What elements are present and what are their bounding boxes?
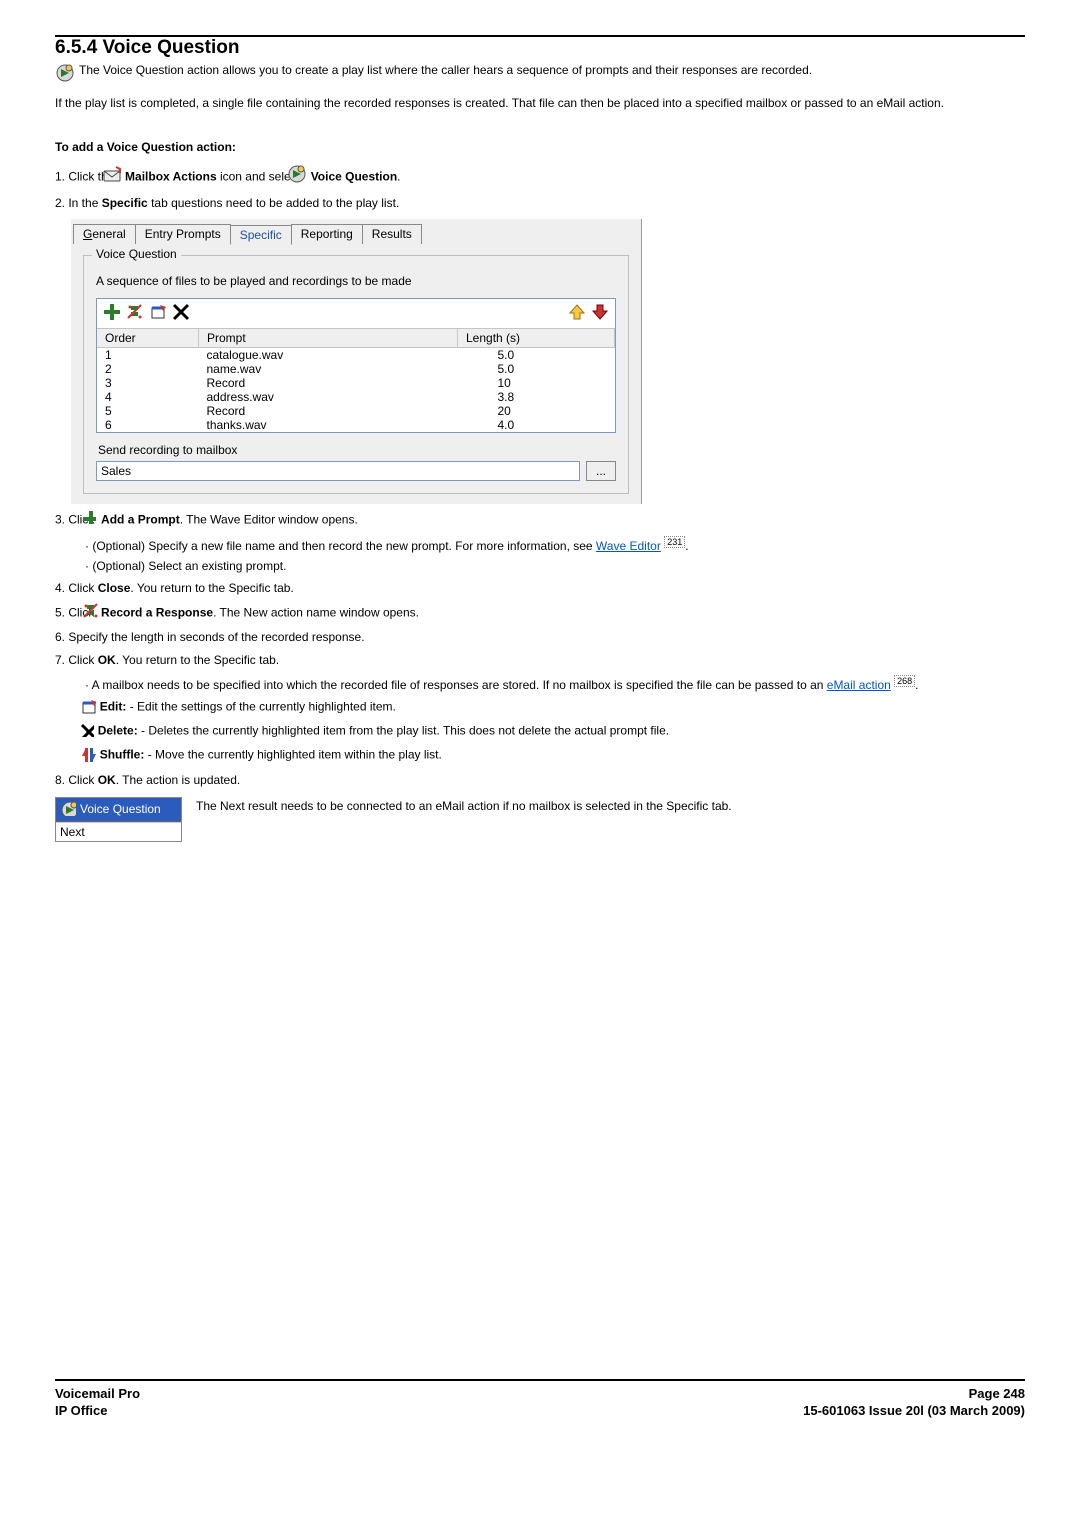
step-3-sub-2: (Optional) Select an existing prompt.	[85, 559, 1025, 573]
cell-prompt: catalogue.wav	[199, 348, 458, 363]
cell-order: 6	[97, 418, 199, 432]
edit-bullet: Edit: - Edit the settings of the current…	[85, 698, 1025, 717]
prompt-toolbar	[97, 299, 615, 329]
result-header: Voice Question	[80, 802, 161, 816]
page-footer: Voicemail Pro IP Office Page 248 15-6010…	[55, 1379, 1025, 1420]
email-action-ref: 268	[894, 675, 915, 687]
step-3: 3. Click Add a Prompt. The Wave Editor w…	[55, 510, 1025, 530]
result-next[interactable]: Next	[56, 822, 181, 841]
groupbox-legend: Voice Question	[92, 247, 181, 261]
send-recording-label: Send recording to mailbox	[98, 443, 616, 457]
prompt-table: Order Prompt Length (s) 1catalogue.wav5.…	[97, 329, 615, 432]
step-7: 7. Click OK. You return to the Specific …	[55, 651, 1025, 670]
footer-platform: IP Office	[55, 1402, 140, 1420]
delete-bullet: Delete: - Deletes the currently highligh…	[85, 723, 1025, 740]
delete-icon[interactable]	[172, 303, 190, 324]
to-add-heading: To add a Voice Question action:	[55, 140, 1025, 154]
cell-prompt: Record	[199, 404, 458, 418]
cell-order: 3	[97, 376, 199, 390]
step-2: 2. In the Specific tab questions need to…	[55, 194, 1025, 213]
voice-question-group: Voice Question A sequence of files to be…	[83, 255, 629, 494]
step-8: 8. Click OK. The action is updated.	[55, 771, 1025, 790]
specific-tab-screenshot: GGeneraleneral Entry Prompts Specific Re…	[71, 219, 642, 504]
tab-general[interactable]: GGeneraleneral	[73, 224, 136, 244]
add-prompt-icon[interactable]	[103, 303, 121, 324]
cell-prompt: thanks.wav	[199, 418, 458, 432]
move-up-icon[interactable]	[568, 303, 586, 324]
cell-prompt: address.wav	[199, 390, 458, 404]
tab-reporting[interactable]: Reporting	[291, 224, 363, 244]
tab-entry-prompts[interactable]: Entry Prompts	[135, 224, 231, 244]
step-4: 4. Click Close. You return to the Specif…	[55, 579, 1025, 598]
footer-page: Page 248	[803, 1385, 1025, 1403]
footer-product: Voicemail Pro	[55, 1385, 140, 1403]
property-tabs: GGeneraleneral Entry Prompts Specific Re…	[71, 219, 641, 245]
col-order[interactable]: Order	[97, 329, 199, 348]
step-6: 6. Specify the length in seconds of the …	[55, 628, 1025, 647]
cell-length: 5.0	[458, 362, 615, 376]
table-row[interactable]: 5Record20	[97, 404, 615, 418]
cell-order: 1	[97, 348, 199, 363]
prompt-list-frame: Order Prompt Length (s) 1catalogue.wav5.…	[96, 298, 616, 433]
send-recording-input[interactable]	[96, 461, 580, 481]
tab-results[interactable]: Results	[362, 224, 422, 244]
shuffle-bullet: Shuffle: - Move the currently highlighte…	[85, 746, 1025, 765]
result-text: The Next result needs to be connected to…	[196, 797, 1025, 815]
cell-length: 20	[458, 404, 615, 418]
edit-icon	[92, 698, 96, 717]
result-box: Voice Question Next	[55, 797, 182, 842]
section-title: 6.5.4 Voice Question	[55, 37, 1025, 59]
cell-length: 3.8	[458, 390, 615, 404]
cell-order: 4	[97, 390, 199, 404]
edit-icon[interactable]	[149, 303, 167, 324]
step-7-sub-1: A mailbox needs to be specified into whi…	[85, 676, 1025, 692]
shuffle-icon	[92, 746, 96, 765]
step-3-sub-1: (Optional) Specify a new file name and t…	[85, 537, 1025, 553]
footer-issue: 15-601063 Issue 20l (03 March 2009)	[803, 1402, 1025, 1420]
voice-question-icon	[60, 800, 76, 819]
cell-prompt: Record	[199, 376, 458, 390]
table-row[interactable]: 3Record10	[97, 376, 615, 390]
step-1: 1. Click the Mailbox Actions icon and se…	[55, 164, 1025, 190]
cell-length: 10	[458, 376, 615, 390]
cell-length: 5.0	[458, 348, 615, 363]
table-row[interactable]: 1catalogue.wav5.0	[97, 348, 615, 363]
voice-question-icon	[55, 63, 75, 88]
delete-icon	[92, 723, 94, 740]
tab-specific[interactable]: Specific	[230, 225, 292, 245]
cell-order: 5	[97, 404, 199, 418]
voice-question-icon	[303, 164, 307, 190]
cell-order: 2	[97, 362, 199, 376]
col-prompt[interactable]: Prompt	[199, 329, 458, 348]
col-length[interactable]: Length (s)	[458, 329, 615, 348]
cell-length: 4.0	[458, 418, 615, 432]
table-row[interactable]: 2name.wav5.0	[97, 362, 615, 376]
table-row[interactable]: 4address.wav3.8	[97, 390, 615, 404]
move-down-icon[interactable]	[591, 303, 609, 324]
intro-paragraph-1: The Voice Question action allows you to …	[79, 61, 812, 79]
mailbox-actions-icon	[118, 165, 122, 189]
table-row[interactable]: 6thanks.wav4.0	[97, 418, 615, 432]
wave-editor-ref: 231	[664, 536, 685, 548]
record-response-icon[interactable]	[126, 303, 144, 324]
cell-prompt: name.wav	[199, 362, 458, 376]
step-5: 5. Click Record a Response. The New acti…	[55, 602, 1025, 624]
wave-editor-link[interactable]: Wave Editor	[596, 539, 661, 553]
email-action-link[interactable]: eMail action	[827, 678, 891, 692]
groupbox-desc: A sequence of files to be played and rec…	[96, 274, 616, 288]
intro-paragraph-2: If the play list is completed, a single …	[55, 94, 1025, 112]
browse-mailbox-button[interactable]: ...	[586, 461, 616, 481]
